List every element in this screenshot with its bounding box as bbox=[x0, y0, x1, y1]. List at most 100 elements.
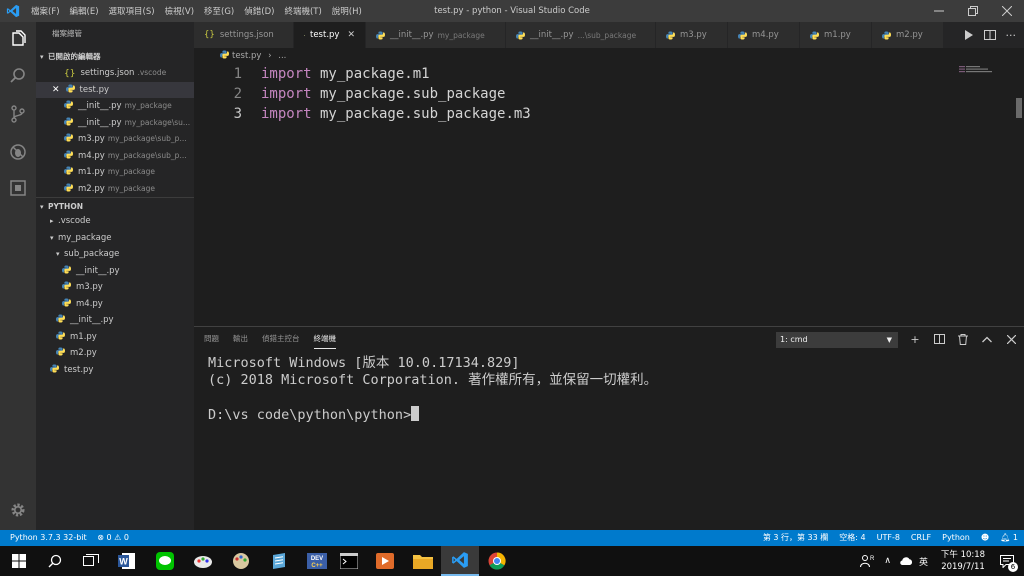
tree-file[interactable]: m1.py bbox=[36, 329, 194, 346]
tab-terminal[interactable]: 終端機 bbox=[313, 333, 336, 349]
minimap[interactable] bbox=[955, 64, 1010, 84]
manage-button[interactable] bbox=[6, 498, 30, 522]
open-editor-item[interactable]: __init__.py my_package\su... bbox=[36, 115, 194, 132]
restore-button[interactable] bbox=[956, 0, 990, 22]
open-editor-item[interactable]: m4.py my_package\sub_p... bbox=[36, 148, 194, 165]
breadcrumb-file[interactable]: test.py bbox=[232, 51, 261, 61]
cloud-icon[interactable] bbox=[899, 556, 913, 566]
extensions-button[interactable] bbox=[6, 176, 30, 200]
ime-indicator[interactable]: 英 bbox=[919, 555, 928, 568]
menu-go[interactable]: 移至(G) bbox=[199, 5, 239, 17]
line-taskbar-button[interactable] bbox=[146, 546, 184, 576]
chevron-up-icon[interactable]: ∧ bbox=[884, 556, 891, 566]
scrollbar-thumb[interactable] bbox=[1016, 98, 1022, 118]
tree-file[interactable]: test.py bbox=[36, 362, 194, 379]
people-icon[interactable]: R bbox=[860, 554, 874, 568]
folder-header[interactable]: ▾ PYTHON bbox=[36, 197, 194, 214]
open-editor-item[interactable]: m2.py my_package bbox=[36, 181, 194, 198]
feedback-icon[interactable]: ☻ bbox=[981, 530, 989, 546]
task-view-button[interactable] bbox=[72, 546, 110, 576]
search-button[interactable] bbox=[6, 64, 30, 88]
word-taskbar-button[interactable]: W bbox=[108, 546, 146, 576]
terminal-select[interactable]: 1: cmd ▼ bbox=[776, 332, 898, 348]
tab-settings-json[interactable]: {} settings.json bbox=[194, 22, 294, 48]
tab-m4-py[interactable]: m4.py bbox=[728, 22, 800, 48]
tree-file[interactable]: __init__.py bbox=[36, 263, 194, 280]
tree-file[interactable]: m4.py bbox=[36, 296, 194, 313]
close-panel-button[interactable] bbox=[1003, 331, 1019, 347]
media-taskbar-button[interactable] bbox=[366, 546, 404, 576]
language-mode[interactable]: Python bbox=[942, 530, 970, 546]
app-taskbar-button[interactable] bbox=[222, 546, 260, 576]
close-icon[interactable]: ✕ bbox=[52, 85, 60, 95]
close-window-button[interactable] bbox=[990, 0, 1024, 22]
open-editor-item[interactable]: m1.py my_package bbox=[36, 164, 194, 181]
explorer-taskbar-button[interactable] bbox=[404, 546, 442, 576]
kill-terminal-button[interactable] bbox=[955, 331, 971, 347]
status-right: 第 3 行，第 33 欄 空格: 4 UTF-8 CRLF Python ☻ 🔔… bbox=[763, 530, 1018, 546]
clock[interactable]: 下午 10:18 2019/7/11 bbox=[936, 549, 990, 573]
problems-indicator[interactable]: ⊗ 0 ⚠ 0 bbox=[97, 533, 129, 542]
line-ending[interactable]: CRLF bbox=[911, 530, 931, 546]
open-editor-item[interactable]: ✕ test.py bbox=[36, 81, 194, 98]
minimize-button[interactable] bbox=[922, 0, 956, 22]
terminal-output[interactable]: Microsoft Windows [版本 10.0.17134.829] (c)… bbox=[208, 355, 1008, 424]
run-icon[interactable] bbox=[964, 30, 974, 40]
tab-debug-console[interactable]: 偵錯主控台 bbox=[262, 333, 300, 349]
menu-debug[interactable]: 偵錯(D) bbox=[239, 5, 279, 17]
breadcrumb-more[interactable]: ... bbox=[278, 51, 286, 61]
debug-button[interactable] bbox=[6, 140, 30, 164]
tab-m3-py[interactable]: m3.py bbox=[656, 22, 728, 48]
file-tree: ▸ .vscode ▾ my_package ▾ sub_package __init… bbox=[36, 213, 194, 378]
open-editor-item[interactable]: __init__.py my_package bbox=[36, 98, 194, 115]
python-icon bbox=[304, 34, 305, 36]
menu-help[interactable]: 說明(H) bbox=[327, 5, 367, 17]
menu-selection[interactable]: 選取項目(S) bbox=[104, 5, 160, 17]
json-icon: {} bbox=[64, 69, 76, 79]
tree-folder[interactable]: ▾ my_package bbox=[36, 230, 194, 247]
tab-m2-py[interactable]: m2.py bbox=[872, 22, 944, 48]
tree-folder[interactable]: ▾ sub_package bbox=[36, 246, 194, 263]
tree-file[interactable]: m3.py bbox=[36, 279, 194, 296]
start-button[interactable] bbox=[0, 546, 38, 576]
vscode-taskbar-button[interactable] bbox=[441, 546, 479, 576]
maximize-panel-button[interactable] bbox=[979, 331, 995, 347]
menu-file[interactable]: 檔案(F) bbox=[26, 5, 65, 17]
cursor-position[interactable]: 第 3 行，第 33 欄 bbox=[763, 530, 828, 546]
split-terminal-button[interactable] bbox=[931, 331, 947, 347]
paint-taskbar-button[interactable] bbox=[184, 546, 222, 576]
menu-view[interactable]: 檢視(V) bbox=[160, 5, 199, 17]
tab-m1-py[interactable]: m1.py bbox=[800, 22, 872, 48]
source-control-button[interactable] bbox=[6, 102, 30, 126]
open-editor-item[interactable]: m3.py my_package\sub_p... bbox=[36, 131, 194, 148]
chrome-taskbar-button[interactable] bbox=[478, 546, 516, 576]
explorer-button[interactable] bbox=[6, 28, 30, 52]
python-interpreter[interactable]: Python 3.7.3 32-bit bbox=[10, 533, 87, 542]
cmd-taskbar-button[interactable] bbox=[330, 546, 368, 576]
menu-terminal[interactable]: 終端機(T) bbox=[279, 5, 326, 17]
vscode-icon bbox=[452, 552, 468, 568]
more-actions-icon[interactable]: ··· bbox=[1006, 29, 1017, 42]
indentation[interactable]: 空格: 4 bbox=[839, 530, 865, 546]
tab-output[interactable]: 輸出 bbox=[233, 333, 248, 349]
open-editors-header[interactable]: ▾ 已開啟的編輯器 bbox=[36, 48, 194, 65]
menu-edit[interactable]: 編輯(E) bbox=[65, 5, 104, 17]
new-terminal-button[interactable]: + bbox=[907, 331, 923, 347]
tab-init-py-sub[interactable]: __init__.py ...\sub_package bbox=[506, 22, 656, 48]
open-editors-list: {} settings.json .vscode ✕ test.py __init__… bbox=[36, 65, 194, 197]
action-center-button[interactable]: 6 bbox=[990, 546, 1024, 576]
tab-init-py[interactable]: __init__.py my_package bbox=[366, 22, 506, 48]
tab-test-py[interactable]: test.py ✕ bbox=[294, 22, 366, 48]
tree-folder[interactable]: ▸ .vscode bbox=[36, 213, 194, 230]
tab-problems[interactable]: 問題 bbox=[204, 333, 219, 349]
app-taskbar-button[interactable] bbox=[260, 546, 298, 576]
split-editor-icon[interactable] bbox=[983, 30, 996, 40]
close-tab-icon[interactable]: ✕ bbox=[347, 30, 355, 40]
search-taskbar-button[interactable] bbox=[36, 546, 74, 576]
encoding[interactable]: UTF-8 bbox=[877, 530, 900, 546]
tree-file[interactable]: __init__.py bbox=[36, 312, 194, 329]
notifications[interactable]: 🔔︎ 1 bbox=[1000, 530, 1018, 546]
tree-file[interactable]: m2.py bbox=[36, 345, 194, 362]
open-editor-item[interactable]: {} settings.json .vscode bbox=[36, 65, 194, 82]
code-editor[interactable]: 1 import my_package.m1 2 import my_packa… bbox=[194, 64, 1010, 326]
